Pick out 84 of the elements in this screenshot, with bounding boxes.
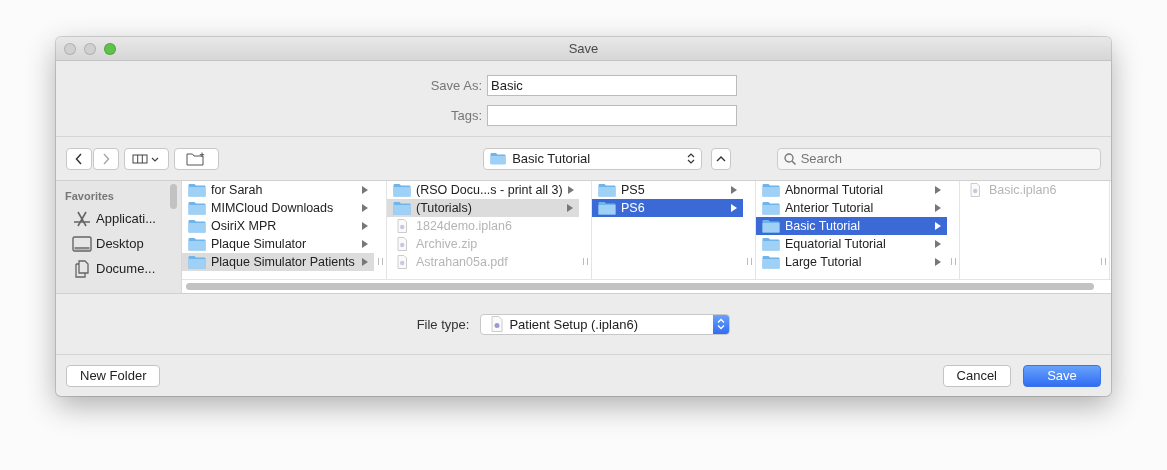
folder-icon (598, 183, 616, 197)
search-field[interactable]: Search (776, 147, 1101, 170)
scrollbar-thumb[interactable] (186, 283, 1094, 290)
folder-icon (598, 201, 616, 215)
file-browser-item[interactable]: OsiriX MPR (182, 217, 374, 235)
save-as-label: Save As: (429, 78, 483, 93)
back-button[interactable] (66, 147, 92, 170)
columns-view-icon (132, 153, 161, 164)
new-folder-button[interactable] (173, 147, 219, 170)
disclosure-arrow-icon (362, 258, 368, 266)
column-resize-handle[interactable] (746, 258, 752, 265)
up-down-arrows-icon (687, 152, 696, 165)
column-resize-handle[interactable] (582, 258, 588, 265)
column-resize-handle[interactable] (377, 258, 383, 265)
file-type-label: File type: (416, 316, 470, 332)
disclosure-arrow-icon (731, 186, 737, 194)
folder-icon (188, 255, 206, 269)
folder-icon (762, 201, 780, 215)
disclosure-arrow-icon (935, 258, 941, 266)
disclosure-arrow-icon (935, 186, 941, 194)
location-dropdown[interactable]: Basic Tutorial (483, 147, 703, 170)
folder-icon (188, 219, 206, 233)
app-store-icon (72, 209, 92, 228)
search-icon (783, 152, 796, 165)
column-resize-handle[interactable] (1100, 258, 1106, 265)
disclosure-arrow-icon (362, 222, 368, 230)
disclosure-arrow-icon (935, 222, 941, 230)
file-browser-item[interactable]: Large Tutorial (756, 253, 947, 271)
file-browser-item[interactable]: PS6 (592, 199, 743, 217)
tags-field[interactable] (487, 105, 737, 126)
sidebar-item[interactable]: Applicati... (65, 206, 170, 231)
close-button[interactable] (64, 42, 76, 55)
document-icon (72, 259, 92, 278)
file-browser-item[interactable]: (Tutorials) (387, 199, 579, 217)
disclosure-arrow-icon (362, 204, 368, 212)
disclosure-arrow-icon (935, 240, 941, 248)
file-icon (491, 316, 504, 332)
folder-icon (762, 255, 780, 269)
folder-icon (762, 219, 780, 233)
back-icon (75, 152, 83, 165)
disclosure-arrow-icon (731, 204, 737, 212)
minimize-button[interactable] (84, 42, 96, 55)
scrollbar-thumb[interactable] (170, 184, 177, 209)
disclosure-arrow-icon (362, 186, 368, 194)
file-browser-item[interactable]: MIMCloud Downloads (182, 199, 374, 217)
sidebar-heading: Favorites (65, 190, 115, 202)
zoom-button[interactable] (104, 42, 116, 55)
folder-icon (188, 237, 206, 251)
sidebar-item[interactable]: Desktop (65, 231, 170, 256)
file-browser-item[interactable]: (RSO Docu...s - print all 3) (387, 181, 579, 199)
file-browser-item[interactable]: Abnormal Tutorial (756, 181, 947, 199)
file-browser-item[interactable]: Equatorial Tutorial (756, 235, 947, 253)
folder-icon (490, 152, 507, 165)
up-down-arrows-icon (713, 314, 730, 334)
disclosure-arrow-icon (567, 186, 574, 194)
tags-label: Tags: (449, 108, 483, 123)
folder-icon (762, 183, 780, 197)
file-browser-item[interactable]: Plaque Simulator (182, 235, 374, 253)
forward-icon (102, 152, 110, 165)
sidebar-item[interactable]: Docume... (65, 256, 170, 281)
file-browser-item[interactable]: for Sarah (182, 181, 374, 199)
file-type-dropdown[interactable]: Patient Setup (.iplan6) (480, 313, 731, 335)
chevron-up-icon (716, 155, 726, 162)
file-browser-item[interactable]: Basic Tutorial (756, 217, 947, 235)
folder-icon (188, 201, 206, 215)
file-browser-item[interactable]: PS5 (592, 181, 743, 199)
cancel-button[interactable]: Cancel (942, 364, 1011, 387)
folder-icon (393, 183, 411, 197)
folder-icon (762, 237, 780, 251)
file-browser-item[interactable]: Anterior Tutorial (756, 199, 947, 217)
folder-icon (188, 183, 206, 197)
file-browser-item[interactable]: Plaque Simulator Patients (182, 253, 374, 271)
expand-button[interactable] (711, 147, 731, 170)
new-folder-icon (186, 151, 207, 166)
column-resize-handle[interactable] (950, 258, 956, 265)
window-title: Save (568, 41, 599, 56)
disclosure-arrow-icon (567, 204, 573, 212)
disclosure-arrow-icon (362, 240, 368, 248)
view-button[interactable] (124, 147, 169, 170)
disclosure-arrow-icon (935, 204, 941, 212)
save-as-field[interactable]: Basic (487, 75, 737, 96)
desktop-icon (72, 234, 92, 253)
folder-icon (393, 201, 411, 215)
new-folder-button[interactable]: New Folder (66, 364, 161, 387)
